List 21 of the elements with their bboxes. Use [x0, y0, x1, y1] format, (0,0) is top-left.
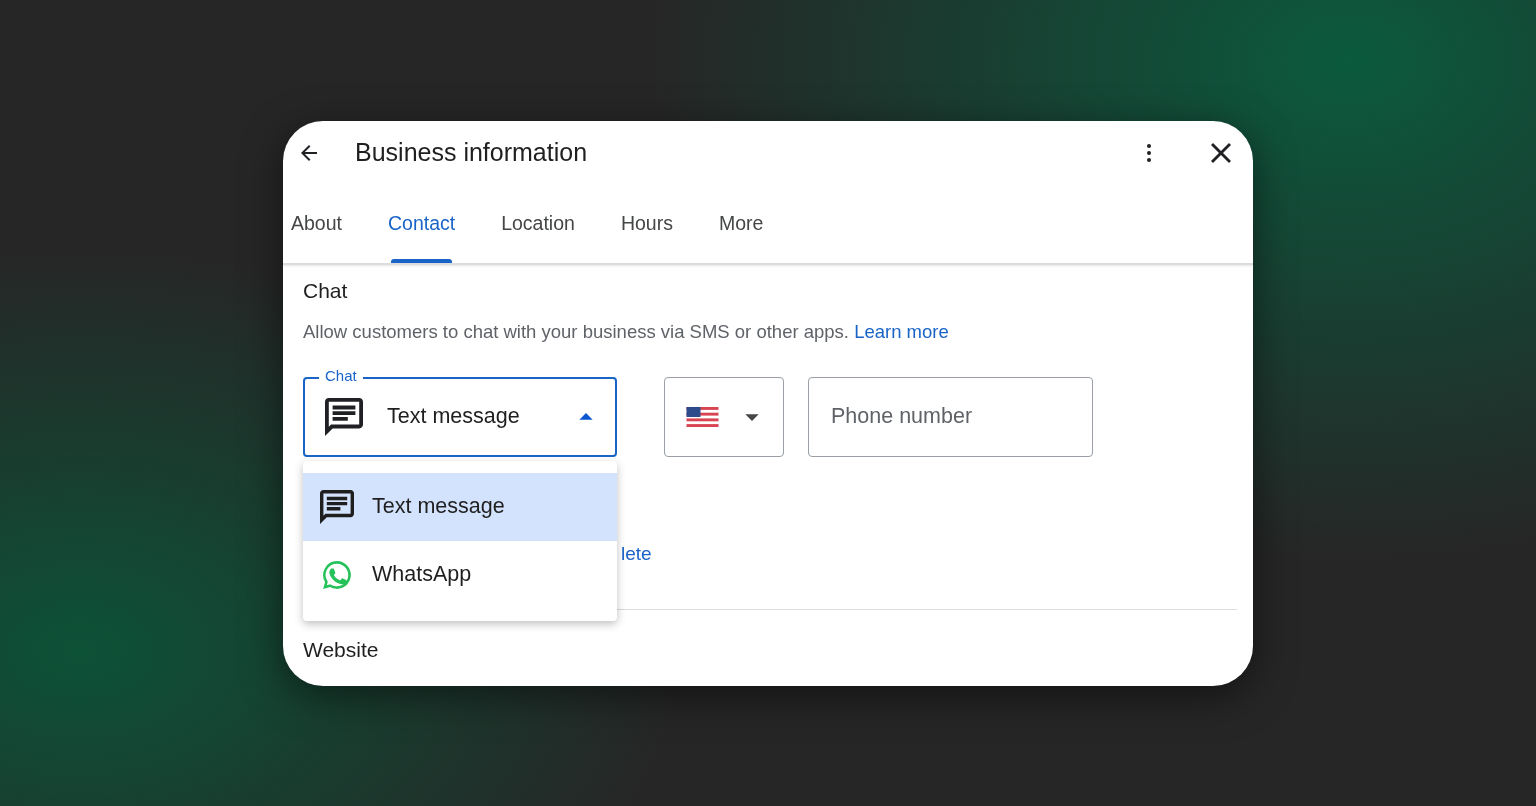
tab[interactable]: Location — [478, 184, 598, 263]
close-icon[interactable] — [1211, 142, 1231, 163]
menu-item[interactable]: Text message — [303, 472, 617, 541]
section-heading: Website — [303, 637, 380, 662]
section-heading: Chat — [303, 278, 349, 303]
tab[interactable]: Hours — [597, 184, 696, 263]
tab[interactable]: About — [291, 184, 365, 263]
phone-number-field[interactable]: Phone number — [808, 376, 1093, 457]
description-text: Allow customers to chat with your business via SMS or other apps. Learn more — [303, 320, 950, 343]
dialog-title: Business information — [355, 138, 588, 167]
delete-link[interactable]: lete — [621, 542, 652, 564]
tab[interactable]: More — [695, 184, 787, 263]
learn-more-link[interactable]: Learn more — [854, 320, 949, 342]
message-icon — [325, 397, 363, 436]
country-select[interactable] — [664, 376, 784, 457]
flag-icon — [686, 406, 719, 427]
menu-item[interactable]: WhatsApp — [303, 540, 617, 609]
more-options-icon[interactable] — [1145, 141, 1153, 164]
caret-down-icon — [745, 412, 759, 421]
message-icon — [320, 489, 354, 524]
tab[interactable]: Contact — [364, 184, 479, 263]
